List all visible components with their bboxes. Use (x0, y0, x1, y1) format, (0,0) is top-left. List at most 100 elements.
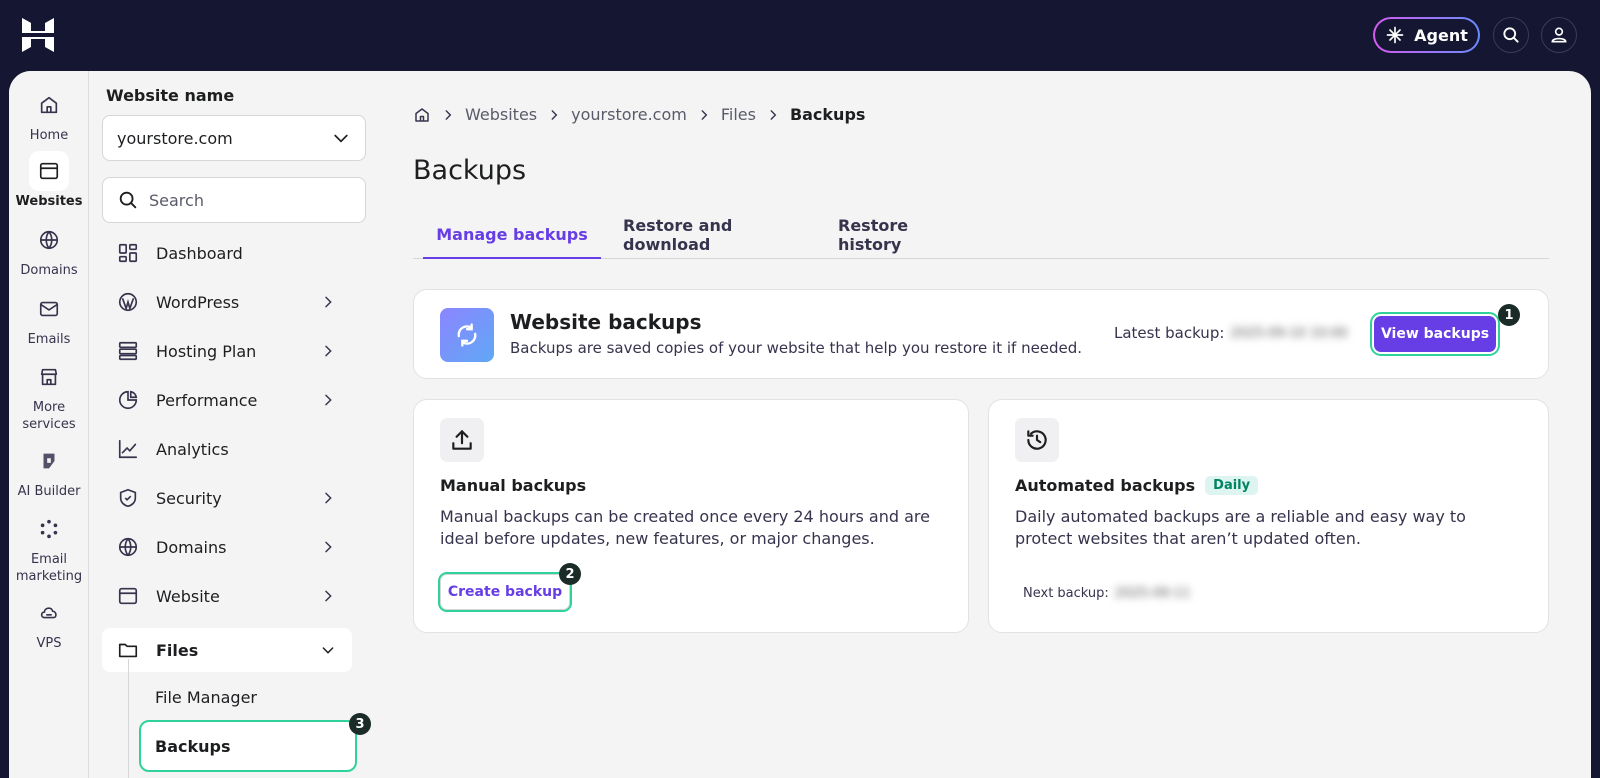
shield-icon (119, 488, 137, 508)
next-backup: Next backup: 2025-09-11 (1023, 586, 1190, 601)
step-badge-1: 1 (1498, 304, 1520, 326)
home-icon[interactable] (413, 106, 431, 124)
sidebar-subitem-file-manager[interactable]: File Manager (141, 673, 355, 721)
automated-backups-title: Automated backups Daily (1015, 476, 1259, 495)
sidebar-item-website[interactable]: Website (102, 574, 352, 618)
globe-icon (118, 537, 138, 557)
upload-icon (440, 418, 484, 462)
chevron-down-icon (334, 134, 348, 143)
website-select-value: yourstore.com (117, 128, 233, 148)
rail-item-email-marketing[interactable]: Email marketing (9, 509, 89, 585)
tab-restore-history[interactable]: Restore history (838, 211, 958, 259)
website-select[interactable]: yourstore.com (102, 115, 366, 161)
manual-backups-title: Manual backups (440, 476, 587, 495)
page-title: Backups (413, 155, 527, 186)
sidebar-item-domains[interactable]: Domains (102, 525, 352, 569)
chevron-right-icon (325, 541, 332, 553)
sidebar-item-analytics[interactable]: Analytics (102, 427, 352, 471)
latest-backup-value: 2025-09-10 10:00 (1230, 325, 1348, 341)
latest-backup: Latest backup: 2025-09-10 10:00 (1114, 324, 1348, 342)
breadcrumb-current: Backups (789, 105, 866, 124)
latest-backup-label: Latest backup: (1114, 324, 1225, 342)
tab-manage-backups[interactable]: Manage backups (423, 211, 601, 259)
breadcrumb-site[interactable]: yourstore.com (571, 105, 687, 124)
search-button[interactable] (1493, 17, 1529, 53)
website-backups-title: Website backups (510, 310, 702, 334)
search-icon (1503, 27, 1519, 43)
account-button[interactable] (1541, 17, 1577, 53)
sidebar-item-security[interactable]: Security (102, 476, 352, 520)
chevron-right-icon (445, 109, 452, 120)
website-backups-card: Website backups Backups are saved copies… (413, 289, 1549, 379)
main-frame: Home Websites Domains Emails More servic… (9, 71, 1591, 778)
rail-item-vps[interactable]: VPS (9, 593, 89, 652)
breadcrumb-websites[interactable]: Websites (465, 105, 537, 124)
cloud-server-icon (40, 607, 57, 619)
chevron-right-icon (770, 109, 777, 120)
breadcrumb-files[interactable]: Files (721, 105, 756, 124)
backup-tabs: Manage backups Restore and download Rest… (413, 211, 1549, 259)
breadcrumb: Websites yourstore.com Files Backups (413, 105, 865, 124)
step-badge-3: 3 (349, 713, 371, 735)
agent-button[interactable]: Agent (1373, 17, 1480, 53)
folder-icon (118, 643, 138, 658)
sidebar-search-input[interactable] (149, 190, 349, 210)
main-content: Websites yourstore.com Files Backups Bac… (373, 71, 1591, 778)
rail-item-emails[interactable]: Emails (9, 289, 89, 348)
chevron-down-icon (322, 647, 334, 654)
sidebar-item-wordpress[interactable]: WordPress (102, 280, 352, 324)
manual-backups-description: Manual backups can be created once every… (440, 507, 930, 548)
sparkle-icon (1386, 26, 1404, 44)
rail-item-ai-builder[interactable]: AI Builder (9, 441, 89, 500)
website-backups-description: Backups are saved copies of your website… (510, 339, 1083, 357)
next-backup-label: Next backup: (1023, 586, 1109, 601)
mail-icon (39, 301, 59, 317)
sidebar-item-dashboard[interactable]: Dashboard (102, 231, 352, 275)
rail-item-home[interactable]: Home (9, 85, 89, 144)
top-bar: Agent (0, 0, 1600, 70)
dashboard-icon (118, 243, 138, 263)
pie-chart-icon (118, 390, 138, 410)
chevron-right-icon (325, 590, 332, 602)
home-icon (40, 96, 58, 114)
rail-item-domains[interactable]: Domains (9, 220, 89, 279)
chevron-right-icon (551, 109, 558, 120)
view-backups-button[interactable]: View backups (1370, 312, 1500, 356)
chevron-right-icon (325, 296, 332, 308)
automated-backups-card: Automated backups Daily Daily automated … (988, 399, 1549, 633)
search-icon (119, 191, 137, 209)
sidebar-item-files[interactable]: Files (102, 628, 352, 672)
manual-backups-card: Manual backups Manual backups can be cre… (413, 399, 969, 633)
email-marketing-icon (40, 519, 58, 539)
store-icon (40, 368, 58, 386)
server-icon (118, 341, 138, 361)
globe-icon (39, 230, 59, 250)
user-icon (1551, 27, 1567, 43)
website-name-label: Website name (106, 86, 235, 105)
rail-item-more-services[interactable]: More services (9, 357, 89, 433)
ai-builder-icon (43, 453, 55, 469)
website-sidebar: Website name yourstore.com Dashboard Wor… (90, 71, 373, 778)
trend-chart-icon (118, 439, 138, 459)
step-badge-2: 2 (559, 563, 581, 585)
next-backup-value: 2025-09-11 (1114, 586, 1191, 601)
create-backup-button[interactable]: Create backup (438, 572, 572, 612)
browser-icon (39, 162, 59, 180)
agent-button-label: Agent (1414, 25, 1468, 45)
daily-badge: Daily (1205, 476, 1259, 495)
chevron-right-icon (325, 492, 332, 504)
sidebar-item-performance[interactable]: Performance (102, 378, 352, 422)
sidebar-subitem-backups[interactable]: Backups (139, 720, 357, 772)
wordpress-icon (118, 292, 138, 312)
browser-icon (118, 587, 138, 605)
primary-rail: Home Websites Domains Emails More servic… (9, 71, 89, 778)
tab-restore-and-download[interactable]: Restore and download (623, 211, 795, 259)
chevron-right-icon (325, 394, 332, 406)
rail-item-websites[interactable]: Websites (9, 151, 89, 210)
backup-sync-icon (440, 308, 494, 362)
hostinger-logo-icon[interactable] (22, 18, 54, 52)
sidebar-item-hosting-plan[interactable]: Hosting Plan (102, 329, 352, 373)
sidebar-search[interactable] (102, 177, 366, 223)
submenu-guide-line (128, 659, 129, 778)
automated-backups-description: Daily automated backups are a reliable a… (1015, 507, 1466, 548)
